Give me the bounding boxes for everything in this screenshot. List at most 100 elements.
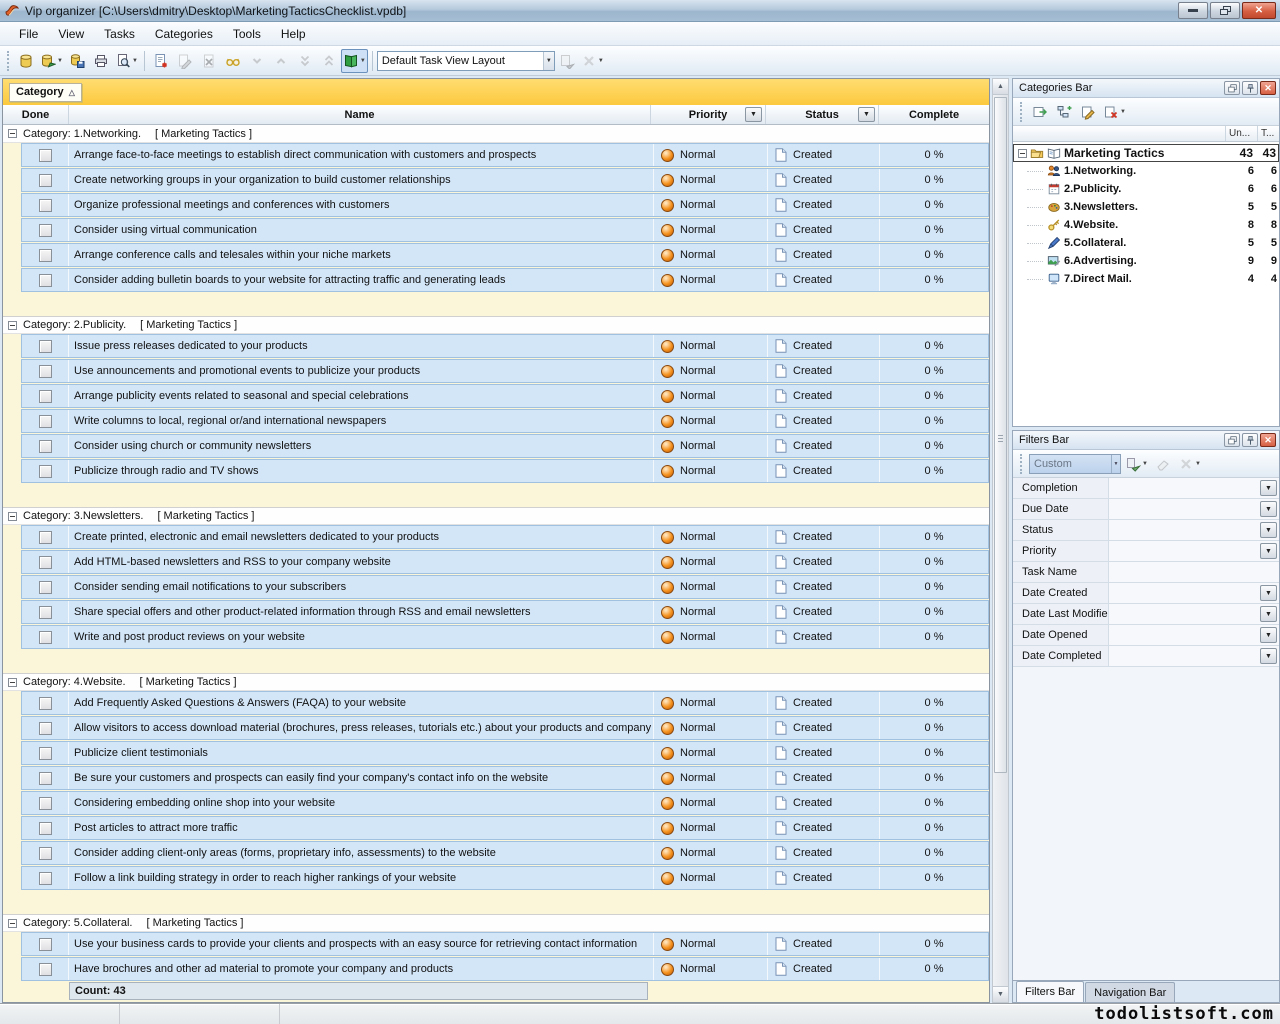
tree-column-total[interactable]: T... (1257, 126, 1279, 141)
tree-item-directmail[interactable]: 7.Direct Mail.44 (1013, 270, 1279, 288)
find-button[interactable] (221, 49, 245, 73)
categories-float-button[interactable] (1224, 81, 1240, 95)
filter-value-field[interactable] (1109, 583, 1260, 603)
filters-pin-button[interactable] (1242, 433, 1258, 447)
filter-value-field[interactable] (1109, 562, 1279, 582)
group-header-row[interactable]: Category: 4.Website.[ Marketing Tactics … (3, 673, 989, 691)
done-checkbox[interactable] (39, 938, 52, 951)
filter-value-field[interactable] (1109, 499, 1260, 519)
done-checkbox[interactable] (39, 797, 52, 810)
delete-layout-button[interactable]: ▼ (579, 49, 606, 73)
collapse-group-icon[interactable] (8, 321, 17, 330)
tree-item-networking[interactable]: 1.Networking.66 (1013, 162, 1279, 180)
done-checkbox[interactable] (39, 274, 52, 287)
move-to-bottom-button[interactable] (293, 49, 317, 73)
done-checkbox[interactable] (39, 174, 52, 187)
dropdown-arrow-icon[interactable]: ▼ (360, 58, 366, 64)
group-header-row[interactable]: Category: 3.Newsletters.[ Marketing Tact… (3, 507, 989, 525)
delete-filter-button[interactable]: ▼ (1176, 453, 1203, 475)
edit-task-button[interactable] (173, 49, 197, 73)
group-header-row[interactable]: Category: 1.Networking.[ Marketing Tacti… (3, 125, 989, 143)
tab-navigation-bar[interactable]: Navigation Bar (1085, 982, 1175, 1002)
collapse-tree-icon[interactable] (1018, 149, 1027, 158)
task-row[interactable]: Follow a link building strategy in order… (21, 866, 989, 890)
filter-value-field[interactable] (1109, 478, 1260, 498)
group-by-category-chip[interactable]: Category △ (9, 83, 82, 102)
filter-dropdown-button[interactable]: ▼ (1260, 648, 1277, 664)
column-header-complete[interactable]: Complete (879, 105, 989, 124)
task-row[interactable]: Share special offers and other product-r… (21, 600, 989, 624)
done-checkbox[interactable] (39, 747, 52, 760)
combo-arrow-icon[interactable]: ▼ (543, 52, 554, 70)
task-row[interactable]: Arrange face-to-face meetings to establi… (21, 143, 989, 167)
vertical-scrollbar[interactable]: ▲ ▼ (992, 78, 1009, 1003)
task-row[interactable]: Arrange publicity events related to seas… (21, 384, 989, 408)
task-row[interactable]: Write columns to local, regional or/and … (21, 409, 989, 433)
dropdown-arrow-icon[interactable]: ▼ (1120, 109, 1126, 115)
filter-value-field[interactable] (1109, 541, 1260, 561)
filter-dropdown-button[interactable]: ▼ (1260, 501, 1277, 517)
done-checkbox[interactable] (39, 581, 52, 594)
filter-dropdown-button[interactable]: ▼ (1260, 627, 1277, 643)
done-checkbox[interactable] (39, 199, 52, 212)
scroll-down-button[interactable]: ▼ (993, 986, 1008, 1002)
task-row[interactable]: Post articles to attract more trafficNor… (21, 816, 989, 840)
delete-category-button[interactable]: ▼ (1101, 101, 1128, 123)
column-header-name[interactable]: Name (69, 105, 651, 124)
dropdown-arrow-icon[interactable]: ▼ (132, 58, 138, 64)
collapse-group-icon[interactable] (8, 919, 17, 928)
task-row[interactable]: Arrange conference calls and telesales w… (21, 243, 989, 267)
status-filter-dropdown[interactable]: ▼ (858, 107, 875, 122)
menu-item-help[interactable]: Help (272, 24, 315, 44)
done-checkbox[interactable] (39, 365, 52, 378)
menu-item-categories[interactable]: Categories (146, 24, 222, 44)
done-checkbox[interactable] (39, 872, 52, 885)
new-database-button[interactable] (14, 49, 38, 73)
dropdown-arrow-icon[interactable]: ▼ (1195, 461, 1201, 467)
task-view-button[interactable]: ▼ (341, 49, 368, 73)
column-header-status[interactable]: Status ▼ (766, 105, 879, 124)
done-checkbox[interactable] (39, 249, 52, 262)
task-row[interactable]: Consider sending email notifications to … (21, 575, 989, 599)
tree-item-collateral[interactable]: 5.Collateral.55 (1013, 234, 1279, 252)
task-row[interactable]: Consider adding client-only areas (forms… (21, 841, 989, 865)
task-row[interactable]: Allow visitors to access download materi… (21, 716, 989, 740)
done-checkbox[interactable] (39, 440, 52, 453)
tree-item-newsletters[interactable]: 3.Newsletters.55 (1013, 198, 1279, 216)
column-header-done[interactable]: Done (3, 105, 69, 124)
task-row[interactable]: Use your business cards to provide your … (21, 932, 989, 956)
move-to-top-button[interactable] (317, 49, 341, 73)
close-button[interactable]: ✕ (1242, 2, 1276, 19)
task-row[interactable]: Have brochures and other ad material to … (21, 957, 989, 981)
task-row[interactable]: Publicize through radio and TV showsNorm… (21, 459, 989, 483)
done-checkbox[interactable] (39, 963, 52, 976)
done-checkbox[interactable] (39, 149, 52, 162)
scroll-up-button[interactable]: ▲ (993, 79, 1008, 95)
collapse-group-icon[interactable] (8, 678, 17, 687)
filter-dropdown-button[interactable]: ▼ (1260, 522, 1277, 538)
priority-filter-dropdown[interactable]: ▼ (745, 107, 762, 122)
done-checkbox[interactable] (39, 556, 52, 569)
customize-layout-button[interactable] (555, 49, 579, 73)
group-header-row[interactable]: Category: 5.Collateral.[ Marketing Tacti… (3, 914, 989, 932)
dropdown-arrow-icon[interactable]: ▼ (57, 58, 63, 64)
done-checkbox[interactable] (39, 340, 52, 353)
task-row[interactable]: Consider using virtual communicationNorm… (21, 218, 989, 242)
task-row[interactable]: Publicize client testimonialsNormalCreat… (21, 741, 989, 765)
done-checkbox[interactable] (39, 390, 52, 403)
menu-item-tools[interactable]: Tools (224, 24, 270, 44)
task-row[interactable]: Consider using church or community newsl… (21, 434, 989, 458)
filter-preset-combobox[interactable]: Custom ▼ (1029, 454, 1121, 474)
filters-float-button[interactable] (1224, 433, 1240, 447)
tree-item-advertising[interactable]: 6.Advertising.99 (1013, 252, 1279, 270)
filter-value-field[interactable] (1109, 604, 1260, 624)
done-checkbox[interactable] (39, 772, 52, 785)
task-row[interactable]: Consider adding bulletin boards to your … (21, 268, 989, 292)
menu-item-tasks[interactable]: Tasks (95, 24, 144, 44)
column-header-priority[interactable]: Priority ▼ (651, 105, 766, 124)
task-row[interactable]: Create networking groups in your organiz… (21, 168, 989, 192)
collapse-group-icon[interactable] (8, 512, 17, 521)
restore-button[interactable] (1210, 2, 1240, 19)
print-preview-button[interactable]: ▼ (113, 49, 140, 73)
dropdown-arrow-icon[interactable]: ▼ (598, 58, 604, 64)
